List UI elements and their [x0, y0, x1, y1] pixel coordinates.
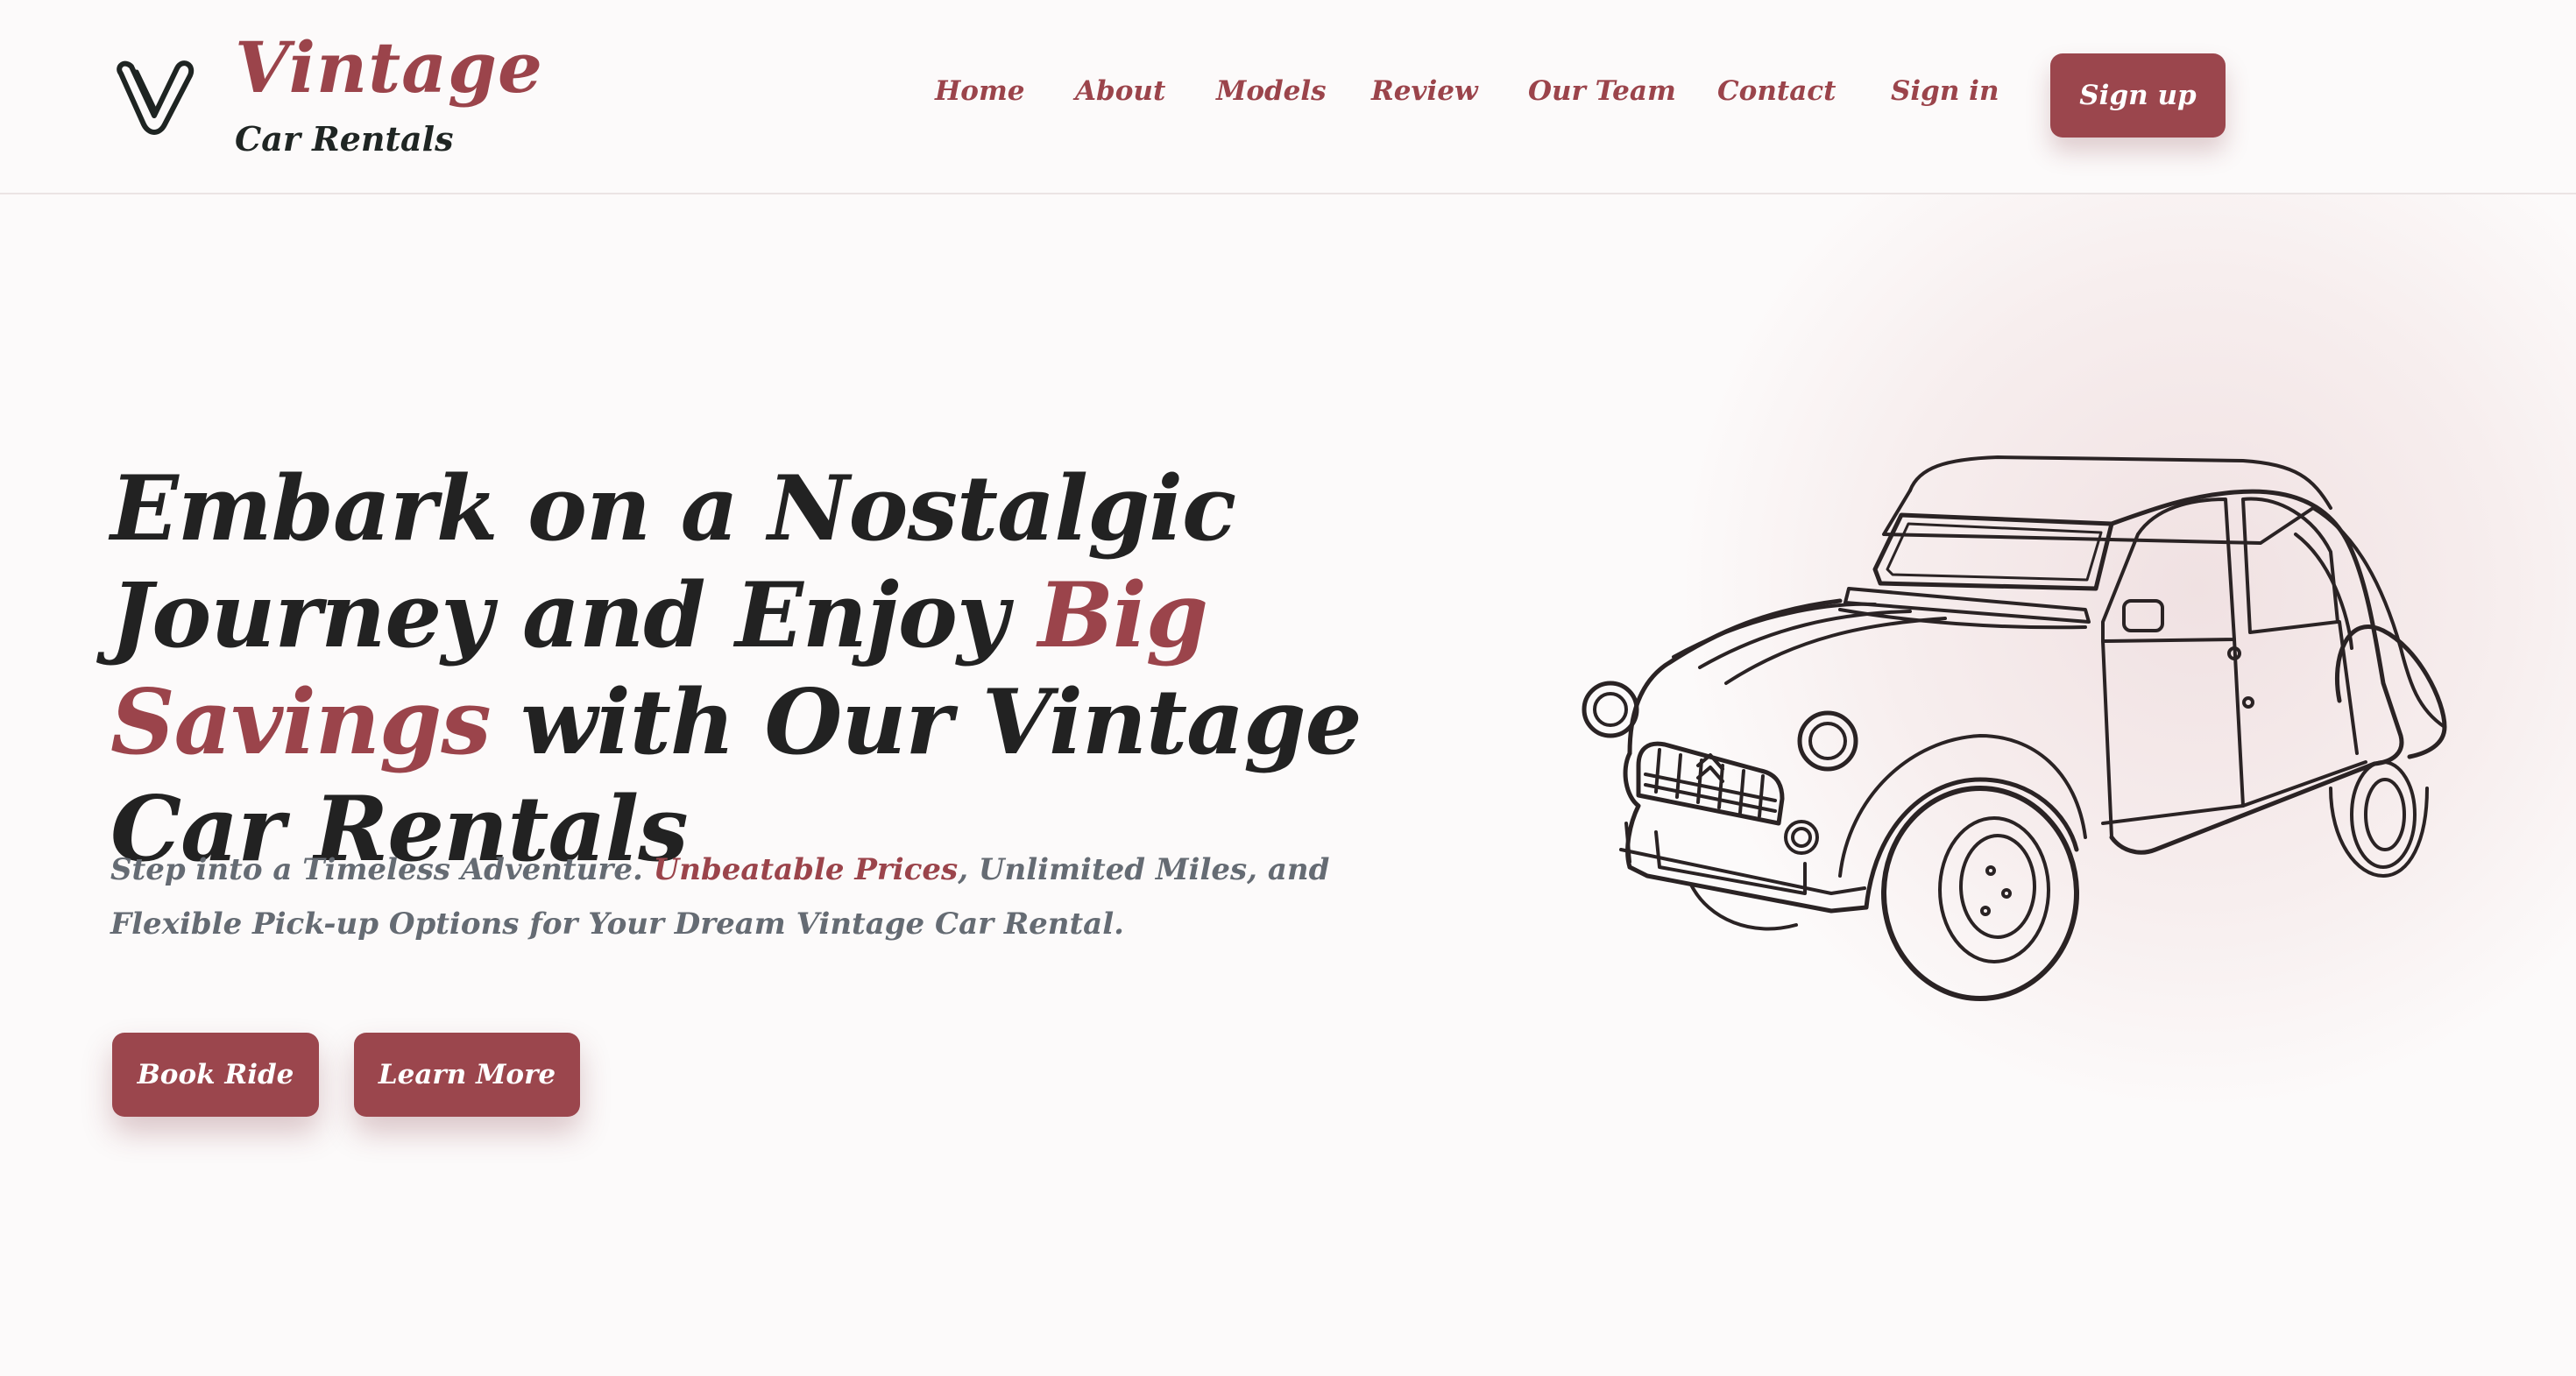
brand-subtitle: Car Rentals [235, 119, 454, 159]
hero-subtitle: Step into a Timeless Adventure. Unbeatab… [110, 843, 1460, 951]
hero-subtitle-accent: Unbeatable Prices [653, 852, 959, 887]
book-ride-button[interactable]: Book Ride [112, 1033, 319, 1117]
nav-contact[interactable]: Contact [1717, 75, 1836, 107]
brand-name[interactable]: Vintage [235, 26, 543, 109]
learn-more-button[interactable]: Learn More [354, 1033, 580, 1117]
nav-sign-in[interactable]: Sign in [1891, 75, 1999, 107]
hero-title: Embark on a Nostalgic Journey and Enjoy … [110, 455, 1477, 883]
nav-models[interactable]: Models [1216, 75, 1327, 107]
nav-about[interactable]: About [1075, 75, 1165, 107]
nav-review[interactable]: Review [1371, 75, 1478, 107]
nav-our-team[interactable]: Our Team [1528, 75, 1676, 107]
sign-up-button[interactable]: Sign up [2050, 53, 2226, 138]
v-logo-icon[interactable] [112, 54, 196, 135]
nav-home[interactable]: Home [935, 75, 1025, 107]
hero-subtitle-text: Step into a Timeless Adventure. [110, 852, 654, 887]
vintage-car-illustration [1582, 455, 2447, 1001]
site-header: Vintage Car Rentals Home About Models Re… [0, 0, 2576, 194]
